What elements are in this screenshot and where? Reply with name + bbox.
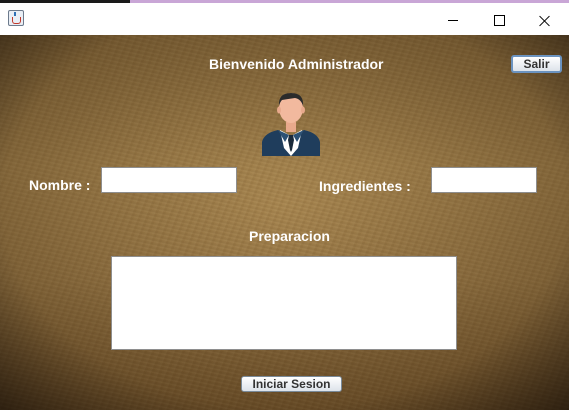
nombre-field[interactable] [101,167,237,193]
window-titlebar[interactable] [0,3,569,35]
welcome-title: Bienvenido Administrador [209,56,384,72]
user-avatar-icon [262,93,320,156]
close-icon [539,15,551,27]
java-cup-icon [8,10,24,26]
minimize-button[interactable] [430,6,476,35]
minimize-icon [448,20,458,21]
java-cup-body [12,17,21,24]
logout-button[interactable]: Salir [511,55,562,73]
nombre-label: Nombre : [29,177,91,193]
preparacion-label: Preparacion [249,228,330,244]
ingredientes-field[interactable] [431,167,537,193]
preparacion-textarea[interactable] [111,256,457,350]
main-panel: Bienvenido Administrador Salir Nombre : … [0,35,569,410]
login-button[interactable]: Iniciar Sesion [241,376,342,392]
close-button[interactable] [522,6,568,35]
ingredientes-label: Ingredientes : [319,178,411,194]
maximize-icon [493,15,505,26]
maximize-button[interactable] [476,6,522,35]
java-cup-steam [14,12,16,16]
